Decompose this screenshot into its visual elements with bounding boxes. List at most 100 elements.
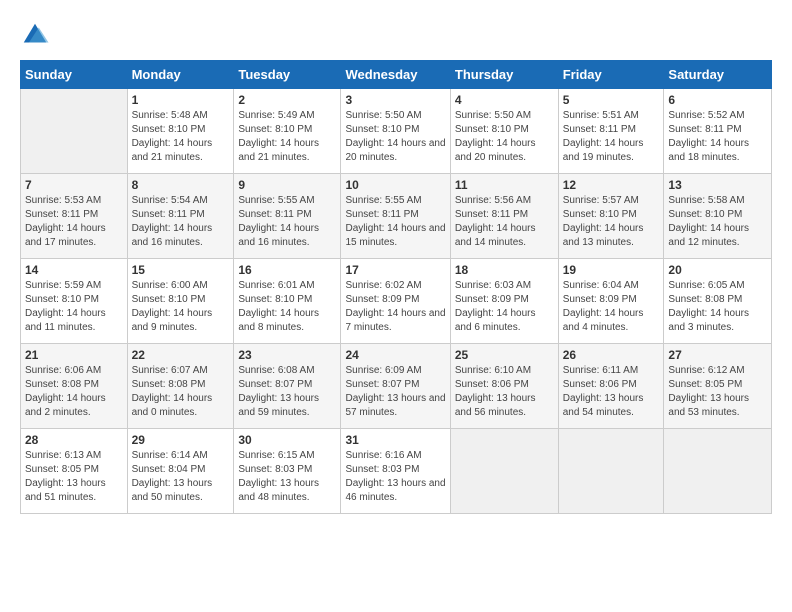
- sunrise-label: Sunrise: 6:07 AM: [132, 365, 208, 376]
- sunrise-label: Sunrise: 5:59 AM: [25, 280, 101, 291]
- calendar-cell: 29 Sunrise: 6:14 AM Sunset: 8:04 PM Dayl…: [127, 429, 234, 514]
- sunset-label: Sunset: 8:05 PM: [668, 379, 742, 390]
- weekday-header: Saturday: [664, 61, 772, 89]
- day-number: 31: [345, 433, 445, 447]
- day-number: 1: [132, 93, 230, 107]
- day-info: Sunrise: 6:16 AM Sunset: 8:03 PM Dayligh…: [345, 449, 445, 505]
- day-number: 12: [563, 178, 660, 192]
- weekday-header-row: SundayMondayTuesdayWednesdayThursdayFrid…: [21, 61, 772, 89]
- daylight-label: Daylight: 14 hours and 11 minutes.: [25, 308, 106, 333]
- calendar-cell: 21 Sunrise: 6:06 AM Sunset: 8:08 PM Dayl…: [21, 344, 128, 429]
- day-number: 13: [668, 178, 767, 192]
- day-info: Sunrise: 5:54 AM Sunset: 8:11 PM Dayligh…: [132, 194, 230, 250]
- sunset-label: Sunset: 8:10 PM: [132, 294, 206, 305]
- calendar-table: SundayMondayTuesdayWednesdayThursdayFrid…: [20, 60, 772, 514]
- sunrise-label: Sunrise: 5:50 AM: [455, 110, 531, 121]
- day-info: Sunrise: 5:50 AM Sunset: 8:10 PM Dayligh…: [345, 109, 445, 165]
- day-info: Sunrise: 5:53 AM Sunset: 8:11 PM Dayligh…: [25, 194, 123, 250]
- calendar-cell: 22 Sunrise: 6:07 AM Sunset: 8:08 PM Dayl…: [127, 344, 234, 429]
- daylight-label: Daylight: 13 hours and 56 minutes.: [455, 393, 536, 418]
- day-info: Sunrise: 5:55 AM Sunset: 8:11 PM Dayligh…: [345, 194, 445, 250]
- daylight-label: Daylight: 14 hours and 19 minutes.: [563, 138, 644, 163]
- sunset-label: Sunset: 8:10 PM: [563, 209, 637, 220]
- daylight-label: Daylight: 14 hours and 20 minutes.: [455, 138, 536, 163]
- day-number: 24: [345, 348, 445, 362]
- daylight-label: Daylight: 14 hours and 6 minutes.: [455, 308, 536, 333]
- sunrise-label: Sunrise: 6:08 AM: [238, 365, 314, 376]
- day-info: Sunrise: 6:15 AM Sunset: 8:03 PM Dayligh…: [238, 449, 336, 505]
- calendar-cell: 13 Sunrise: 5:58 AM Sunset: 8:10 PM Dayl…: [664, 174, 772, 259]
- day-number: 14: [25, 263, 123, 277]
- daylight-label: Daylight: 14 hours and 0 minutes.: [132, 393, 213, 418]
- calendar-week-row: 28 Sunrise: 6:13 AM Sunset: 8:05 PM Dayl…: [21, 429, 772, 514]
- day-number: 9: [238, 178, 336, 192]
- calendar-week-row: 1 Sunrise: 5:48 AM Sunset: 8:10 PM Dayli…: [21, 89, 772, 174]
- sunset-label: Sunset: 8:11 PM: [563, 124, 636, 135]
- day-number: 3: [345, 93, 445, 107]
- calendar-week-row: 14 Sunrise: 5:59 AM Sunset: 8:10 PM Dayl…: [21, 259, 772, 344]
- sunset-label: Sunset: 8:08 PM: [25, 379, 99, 390]
- sunset-label: Sunset: 8:09 PM: [563, 294, 637, 305]
- day-number: 5: [563, 93, 660, 107]
- calendar-cell: 26 Sunrise: 6:11 AM Sunset: 8:06 PM Dayl…: [558, 344, 664, 429]
- daylight-label: Daylight: 14 hours and 9 minutes.: [132, 308, 213, 333]
- sunset-label: Sunset: 8:10 PM: [132, 124, 206, 135]
- calendar-cell: 5 Sunrise: 5:51 AM Sunset: 8:11 PM Dayli…: [558, 89, 664, 174]
- calendar-cell: 4 Sunrise: 5:50 AM Sunset: 8:10 PM Dayli…: [450, 89, 558, 174]
- sunrise-label: Sunrise: 6:10 AM: [455, 365, 531, 376]
- daylight-label: Daylight: 14 hours and 21 minutes.: [238, 138, 319, 163]
- calendar-cell: 23 Sunrise: 6:08 AM Sunset: 8:07 PM Dayl…: [234, 344, 341, 429]
- day-number: 11: [455, 178, 554, 192]
- calendar-cell: 15 Sunrise: 6:00 AM Sunset: 8:10 PM Dayl…: [127, 259, 234, 344]
- sunrise-label: Sunrise: 6:11 AM: [563, 365, 638, 376]
- daylight-label: Daylight: 14 hours and 20 minutes.: [345, 138, 445, 163]
- sunset-label: Sunset: 8:10 PM: [238, 124, 312, 135]
- sunset-label: Sunset: 8:11 PM: [25, 209, 98, 220]
- day-info: Sunrise: 5:57 AM Sunset: 8:10 PM Dayligh…: [563, 194, 660, 250]
- sunrise-label: Sunrise: 6:05 AM: [668, 280, 744, 291]
- calendar-cell: 30 Sunrise: 6:15 AM Sunset: 8:03 PM Dayl…: [234, 429, 341, 514]
- sunset-label: Sunset: 8:08 PM: [132, 379, 206, 390]
- day-number: 16: [238, 263, 336, 277]
- day-number: 19: [563, 263, 660, 277]
- day-info: Sunrise: 5:51 AM Sunset: 8:11 PM Dayligh…: [563, 109, 660, 165]
- day-info: Sunrise: 5:52 AM Sunset: 8:11 PM Dayligh…: [668, 109, 767, 165]
- sunset-label: Sunset: 8:07 PM: [345, 379, 419, 390]
- calendar-cell: 31 Sunrise: 6:16 AM Sunset: 8:03 PM Dayl…: [341, 429, 450, 514]
- sunset-label: Sunset: 8:11 PM: [345, 209, 418, 220]
- day-info: Sunrise: 6:00 AM Sunset: 8:10 PM Dayligh…: [132, 279, 230, 335]
- daylight-label: Daylight: 14 hours and 16 minutes.: [238, 223, 319, 248]
- sunrise-label: Sunrise: 6:04 AM: [563, 280, 639, 291]
- sunrise-label: Sunrise: 5:52 AM: [668, 110, 744, 121]
- day-info: Sunrise: 6:01 AM Sunset: 8:10 PM Dayligh…: [238, 279, 336, 335]
- day-info: Sunrise: 6:09 AM Sunset: 8:07 PM Dayligh…: [345, 364, 445, 420]
- day-info: Sunrise: 5:50 AM Sunset: 8:10 PM Dayligh…: [455, 109, 554, 165]
- day-number: 22: [132, 348, 230, 362]
- calendar-cell: 9 Sunrise: 5:55 AM Sunset: 8:11 PM Dayli…: [234, 174, 341, 259]
- calendar-cell: 7 Sunrise: 5:53 AM Sunset: 8:11 PM Dayli…: [21, 174, 128, 259]
- daylight-label: Daylight: 14 hours and 7 minutes.: [345, 308, 445, 333]
- calendar-week-row: 7 Sunrise: 5:53 AM Sunset: 8:11 PM Dayli…: [21, 174, 772, 259]
- calendar-cell: 19 Sunrise: 6:04 AM Sunset: 8:09 PM Dayl…: [558, 259, 664, 344]
- calendar-cell: 20 Sunrise: 6:05 AM Sunset: 8:08 PM Dayl…: [664, 259, 772, 344]
- daylight-label: Daylight: 14 hours and 3 minutes.: [668, 308, 749, 333]
- sunrise-label: Sunrise: 6:14 AM: [132, 450, 208, 461]
- day-number: 15: [132, 263, 230, 277]
- daylight-label: Daylight: 14 hours and 8 minutes.: [238, 308, 319, 333]
- day-number: 17: [345, 263, 445, 277]
- calendar-cell: 24 Sunrise: 6:09 AM Sunset: 8:07 PM Dayl…: [341, 344, 450, 429]
- calendar-cell: [664, 429, 772, 514]
- day-number: 29: [132, 433, 230, 447]
- sunrise-label: Sunrise: 5:58 AM: [668, 195, 744, 206]
- daylight-label: Daylight: 14 hours and 17 minutes.: [25, 223, 106, 248]
- weekday-header: Friday: [558, 61, 664, 89]
- daylight-label: Daylight: 14 hours and 14 minutes.: [455, 223, 536, 248]
- day-number: 25: [455, 348, 554, 362]
- sunrise-label: Sunrise: 6:16 AM: [345, 450, 421, 461]
- sunrise-label: Sunrise: 6:02 AM: [345, 280, 421, 291]
- calendar-week-row: 21 Sunrise: 6:06 AM Sunset: 8:08 PM Dayl…: [21, 344, 772, 429]
- day-number: 18: [455, 263, 554, 277]
- daylight-label: Daylight: 14 hours and 21 minutes.: [132, 138, 213, 163]
- calendar-cell: [450, 429, 558, 514]
- day-info: Sunrise: 6:10 AM Sunset: 8:06 PM Dayligh…: [455, 364, 554, 420]
